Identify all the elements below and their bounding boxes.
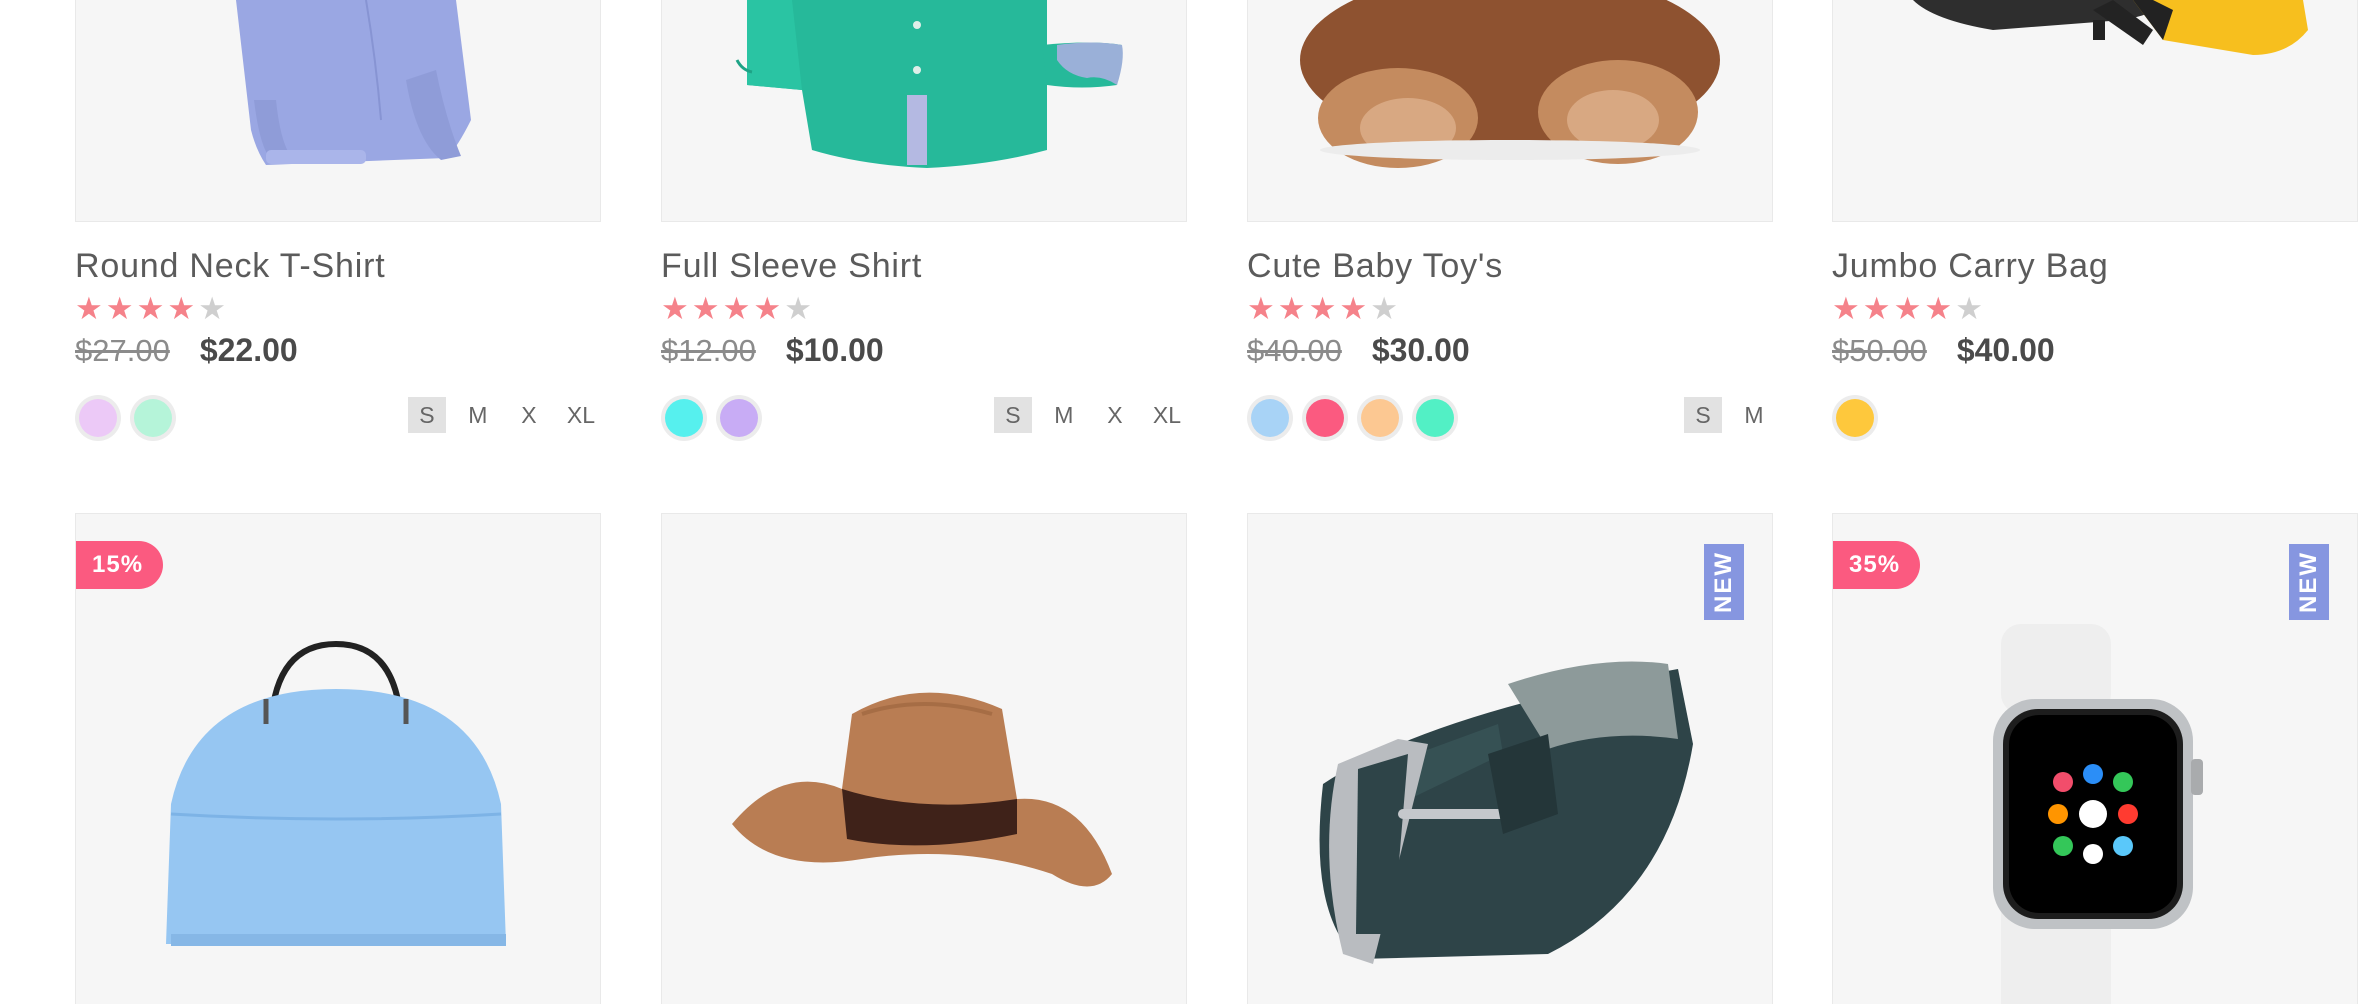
sale-price: $10.00: [785, 332, 884, 368]
product-card[interactable]: [661, 513, 1187, 1004]
star-empty-icon: ★: [784, 291, 812, 326]
size-option-s[interactable]: S: [1684, 397, 1722, 433]
star-icon: ★: [1247, 291, 1275, 326]
star-icon: ★: [1339, 291, 1368, 326]
sale-price: $22.00: [199, 332, 298, 368]
product-image[interactable]: [75, 0, 601, 222]
star-icon: ★: [167, 291, 196, 326]
color-swatch-peach[interactable]: [1361, 399, 1399, 437]
star-empty-icon: ★: [1955, 291, 1983, 326]
tshirt-image: [176, 0, 471, 165]
star-icon: ★: [1308, 291, 1337, 326]
size-option-x[interactable]: X: [509, 397, 548, 433]
color-swatch-yellow[interactable]: [1836, 399, 1874, 437]
star-icon: ★: [75, 291, 103, 326]
product-title[interactable]: Full Sleeve Shirt: [661, 246, 1187, 286]
star-icon: ★: [1924, 291, 1953, 326]
star-icon: ★: [722, 291, 751, 326]
product-image[interactable]: [661, 0, 1187, 222]
star-empty-icon: ★: [198, 291, 226, 326]
new-badge: NEW: [1704, 544, 1744, 620]
product-title[interactable]: Jumbo Carry Bag: [1832, 246, 2358, 286]
old-price: $40.00: [1247, 333, 1342, 368]
product-card[interactable]: 35% NEW: [1832, 513, 2358, 1004]
rating-stars: ★ ★ ★ ★ ★: [75, 291, 601, 326]
star-icon: ★: [1862, 291, 1891, 326]
sale-price: $40.00: [1956, 332, 2055, 368]
product-image[interactable]: NEW: [1247, 513, 1773, 1004]
color-swatch-lavender[interactable]: [79, 399, 117, 437]
product-card[interactable]: Full Sleeve Shirt ★ ★ ★ ★ ★ $12.00 $10.0…: [661, 0, 1187, 441]
product-card[interactable]: 15%: [75, 513, 601, 1004]
product-image[interactable]: [1832, 0, 2358, 222]
product-image[interactable]: 15%: [75, 513, 601, 1004]
product-card[interactable]: Round Neck T-Shirt ★ ★ ★ ★ ★ $27.00 $22.…: [75, 0, 601, 441]
new-badge: NEW: [2289, 544, 2329, 620]
star-empty-icon: ★: [1370, 291, 1398, 326]
size-option-m[interactable]: M: [458, 397, 497, 433]
size-option-x[interactable]: X: [1095, 397, 1134, 433]
size-option-xl[interactable]: XL: [560, 397, 601, 433]
rating-stars: ★ ★ ★ ★ ★: [1832, 291, 2358, 326]
product-image[interactable]: [661, 513, 1187, 1004]
product-card[interactable]: NEW: [1247, 513, 1773, 1004]
size-option-s[interactable]: S: [407, 397, 446, 433]
smartwatch-image: [1993, 624, 2203, 1004]
color-swatch-light-blue[interactable]: [1251, 399, 1289, 437]
old-price: $50.00: [1832, 333, 1927, 368]
color-swatch-pink[interactable]: [1306, 399, 1344, 437]
old-price: $27.00: [75, 333, 170, 368]
teddy-bear-image: [1300, 0, 1720, 168]
size-option-m[interactable]: M: [1735, 397, 1773, 433]
star-icon: ★: [753, 291, 782, 326]
product-card[interactable]: Jumbo Carry Bag ★ ★ ★ ★ ★ $50.00 $40.00: [1832, 0, 2358, 441]
sale-price: $30.00: [1371, 332, 1470, 368]
color-swatch-mint[interactable]: [134, 399, 172, 437]
star-icon: ★: [691, 291, 720, 326]
star-icon: ★: [661, 291, 689, 326]
star-icon: ★: [1277, 291, 1306, 326]
rating-stars: ★ ★ ★ ★ ★: [661, 291, 1187, 326]
star-icon: ★: [1832, 291, 1860, 326]
product-card[interactable]: Cute Baby Toy's ★ ★ ★ ★ ★ $40.00 $30.00 …: [1247, 0, 1773, 441]
discount-badge: 35%: [1833, 541, 1921, 589]
star-icon: ★: [1893, 291, 1922, 326]
fedora-hat-image: [732, 692, 1112, 887]
size-option-m[interactable]: M: [1044, 397, 1083, 433]
size-option-xl[interactable]: XL: [1146, 397, 1187, 433]
color-swatch-purple[interactable]: [720, 399, 758, 437]
color-swatch-aqua[interactable]: [1416, 399, 1454, 437]
handbag-image: [166, 640, 506, 946]
shirt-image: [735, 0, 1123, 168]
rating-stars: ★ ★ ★ ★ ★: [1247, 291, 1773, 326]
size-option-s[interactable]: S: [993, 397, 1032, 433]
product-image[interactable]: 35% NEW: [1832, 513, 2358, 1004]
discount-badge: 15%: [76, 541, 164, 589]
leather-belt-image: [1319, 661, 1693, 964]
carry-bag-image: [1913, 0, 2308, 55]
product-title[interactable]: Cute Baby Toy's: [1247, 246, 1773, 286]
product-title[interactable]: Round Neck T-Shirt: [75, 246, 601, 286]
old-price: $12.00: [661, 333, 756, 368]
star-icon: ★: [105, 291, 134, 326]
color-swatch-cyan[interactable]: [665, 399, 703, 437]
product-image[interactable]: [1247, 0, 1773, 222]
star-icon: ★: [136, 291, 165, 326]
